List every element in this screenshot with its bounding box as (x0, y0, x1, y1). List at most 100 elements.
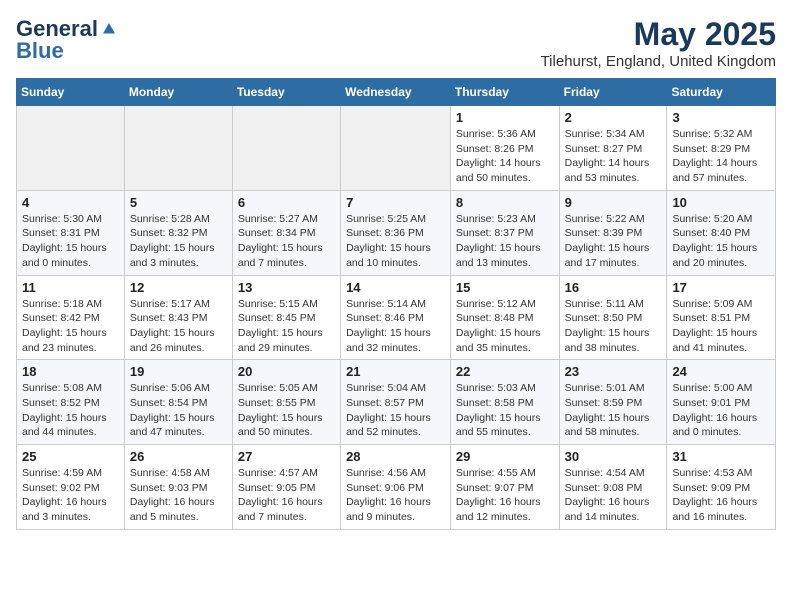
calendar-cell: 28 Sunrise: 4:56 AMSunset: 9:06 PMDaylig… (341, 445, 451, 530)
calendar-row-4: 18 Sunrise: 5:08 AMSunset: 8:52 PMDaylig… (17, 360, 776, 445)
day-number: 24 (672, 364, 770, 379)
logo-blue: Blue (16, 38, 64, 64)
header-monday: Monday (124, 79, 232, 106)
day-number: 13 (238, 280, 335, 295)
day-info: Sunrise: 4:54 AMSunset: 9:08 PMDaylight:… (565, 467, 650, 523)
day-info: Sunrise: 5:25 AMSunset: 8:36 PMDaylight:… (346, 213, 431, 269)
calendar-cell: 27 Sunrise: 4:57 AMSunset: 9:05 PMDaylig… (232, 445, 340, 530)
day-info: Sunrise: 5:15 AMSunset: 8:45 PMDaylight:… (238, 298, 323, 354)
day-info: Sunrise: 5:12 AMSunset: 8:48 PMDaylight:… (456, 298, 541, 354)
calendar-cell: 29 Sunrise: 4:55 AMSunset: 9:07 PMDaylig… (450, 445, 559, 530)
calendar-cell: 17 Sunrise: 5:09 AMSunset: 8:51 PMDaylig… (667, 275, 776, 360)
day-number: 4 (22, 195, 119, 210)
calendar-cell: 8 Sunrise: 5:23 AMSunset: 8:37 PMDayligh… (450, 190, 559, 275)
calendar-cell: 24 Sunrise: 5:00 AMSunset: 9:01 PMDaylig… (667, 360, 776, 445)
calendar-cell: 12 Sunrise: 5:17 AMSunset: 8:43 PMDaylig… (124, 275, 232, 360)
calendar-cell: 18 Sunrise: 5:08 AMSunset: 8:52 PMDaylig… (17, 360, 125, 445)
day-info: Sunrise: 5:09 AMSunset: 8:51 PMDaylight:… (672, 298, 757, 354)
day-number: 30 (565, 449, 662, 464)
day-info: Sunrise: 4:55 AMSunset: 9:07 PMDaylight:… (456, 467, 541, 523)
day-info: Sunrise: 5:27 AMSunset: 8:34 PMDaylight:… (238, 213, 323, 269)
calendar-cell: 19 Sunrise: 5:06 AMSunset: 8:54 PMDaylig… (124, 360, 232, 445)
day-info: Sunrise: 5:30 AMSunset: 8:31 PMDaylight:… (22, 213, 107, 269)
day-info: Sunrise: 5:36 AMSunset: 8:26 PMDaylight:… (456, 128, 541, 184)
calendar-row-3: 11 Sunrise: 5:18 AMSunset: 8:42 PMDaylig… (17, 275, 776, 360)
calendar-cell: 25 Sunrise: 4:59 AMSunset: 9:02 PMDaylig… (17, 445, 125, 530)
header-saturday: Saturday (667, 79, 776, 106)
day-info: Sunrise: 5:32 AMSunset: 8:29 PMDaylight:… (672, 128, 757, 184)
calendar-cell: 9 Sunrise: 5:22 AMSunset: 8:39 PMDayligh… (559, 190, 667, 275)
calendar-row-5: 25 Sunrise: 4:59 AMSunset: 9:02 PMDaylig… (17, 445, 776, 530)
calendar-header-row: Sunday Monday Tuesday Wednesday Thursday… (17, 79, 776, 106)
calendar-cell: 31 Sunrise: 4:53 AMSunset: 9:09 PMDaylig… (667, 445, 776, 530)
logo: General Blue (16, 16, 118, 64)
day-number: 27 (238, 449, 335, 464)
calendar-cell: 3 Sunrise: 5:32 AMSunset: 8:29 PMDayligh… (667, 106, 776, 191)
day-number: 9 (565, 195, 662, 210)
day-info: Sunrise: 5:23 AMSunset: 8:37 PMDaylight:… (456, 213, 541, 269)
day-number: 18 (22, 364, 119, 379)
day-info: Sunrise: 5:34 AMSunset: 8:27 PMDaylight:… (565, 128, 650, 184)
day-info: Sunrise: 5:00 AMSunset: 9:01 PMDaylight:… (672, 382, 757, 438)
day-number: 17 (672, 280, 770, 295)
day-number: 1 (456, 110, 554, 125)
day-info: Sunrise: 5:17 AMSunset: 8:43 PMDaylight:… (130, 298, 215, 354)
day-number: 21 (346, 364, 445, 379)
header-thursday: Thursday (450, 79, 559, 106)
day-number: 19 (130, 364, 227, 379)
header-friday: Friday (559, 79, 667, 106)
day-number: 11 (22, 280, 119, 295)
day-number: 15 (456, 280, 554, 295)
day-info: Sunrise: 5:14 AMSunset: 8:46 PMDaylight:… (346, 298, 431, 354)
day-info: Sunrise: 5:01 AMSunset: 8:59 PMDaylight:… (565, 382, 650, 438)
calendar-cell: 6 Sunrise: 5:27 AMSunset: 8:34 PMDayligh… (232, 190, 340, 275)
day-info: Sunrise: 5:22 AMSunset: 8:39 PMDaylight:… (565, 213, 650, 269)
day-info: Sunrise: 5:11 AMSunset: 8:50 PMDaylight:… (565, 298, 650, 354)
calendar-cell: 1 Sunrise: 5:36 AMSunset: 8:26 PMDayligh… (450, 106, 559, 191)
day-number: 20 (238, 364, 335, 379)
day-number: 23 (565, 364, 662, 379)
day-info: Sunrise: 5:05 AMSunset: 8:55 PMDaylight:… (238, 382, 323, 438)
month-title: May 2025 (541, 16, 776, 53)
day-info: Sunrise: 5:28 AMSunset: 8:32 PMDaylight:… (130, 213, 215, 269)
calendar-cell: 2 Sunrise: 5:34 AMSunset: 8:27 PMDayligh… (559, 106, 667, 191)
calendar-cell (17, 106, 125, 191)
calendar-cell: 15 Sunrise: 5:12 AMSunset: 8:48 PMDaylig… (450, 275, 559, 360)
calendar-table: Sunday Monday Tuesday Wednesday Thursday… (16, 78, 776, 530)
header-sunday: Sunday (17, 79, 125, 106)
day-number: 3 (672, 110, 770, 125)
day-info: Sunrise: 4:59 AMSunset: 9:02 PMDaylight:… (22, 467, 107, 523)
day-number: 5 (130, 195, 227, 210)
calendar-row-1: 1 Sunrise: 5:36 AMSunset: 8:26 PMDayligh… (17, 106, 776, 191)
day-number: 28 (346, 449, 445, 464)
calendar-cell (341, 106, 451, 191)
day-number: 14 (346, 280, 445, 295)
calendar-cell: 11 Sunrise: 5:18 AMSunset: 8:42 PMDaylig… (17, 275, 125, 360)
day-number: 6 (238, 195, 335, 210)
day-info: Sunrise: 4:56 AMSunset: 9:06 PMDaylight:… (346, 467, 431, 523)
title-block: May 2025 Tilehurst, England, United King… (541, 16, 776, 70)
day-number: 29 (456, 449, 554, 464)
calendar-cell: 7 Sunrise: 5:25 AMSunset: 8:36 PMDayligh… (341, 190, 451, 275)
day-info: Sunrise: 5:20 AMSunset: 8:40 PMDaylight:… (672, 213, 757, 269)
calendar-cell: 14 Sunrise: 5:14 AMSunset: 8:46 PMDaylig… (341, 275, 451, 360)
day-info: Sunrise: 5:18 AMSunset: 8:42 PMDaylight:… (22, 298, 107, 354)
day-info: Sunrise: 5:08 AMSunset: 8:52 PMDaylight:… (22, 382, 107, 438)
day-number: 8 (456, 195, 554, 210)
calendar-cell: 10 Sunrise: 5:20 AMSunset: 8:40 PMDaylig… (667, 190, 776, 275)
calendar-cell: 30 Sunrise: 4:54 AMSunset: 9:08 PMDaylig… (559, 445, 667, 530)
day-number: 12 (130, 280, 227, 295)
day-number: 10 (672, 195, 770, 210)
day-info: Sunrise: 5:06 AMSunset: 8:54 PMDaylight:… (130, 382, 215, 438)
day-info: Sunrise: 4:57 AMSunset: 9:05 PMDaylight:… (238, 467, 323, 523)
day-info: Sunrise: 4:53 AMSunset: 9:09 PMDaylight:… (672, 467, 757, 523)
day-number: 26 (130, 449, 227, 464)
page-header: General Blue May 2025 Tilehurst, England… (16, 16, 776, 70)
logo-icon (100, 20, 118, 38)
calendar-cell: 21 Sunrise: 5:04 AMSunset: 8:57 PMDaylig… (341, 360, 451, 445)
day-info: Sunrise: 4:58 AMSunset: 9:03 PMDaylight:… (130, 467, 215, 523)
location: Tilehurst, England, United Kingdom (541, 53, 776, 70)
calendar-cell: 16 Sunrise: 5:11 AMSunset: 8:50 PMDaylig… (559, 275, 667, 360)
calendar-cell (124, 106, 232, 191)
day-number: 25 (22, 449, 119, 464)
